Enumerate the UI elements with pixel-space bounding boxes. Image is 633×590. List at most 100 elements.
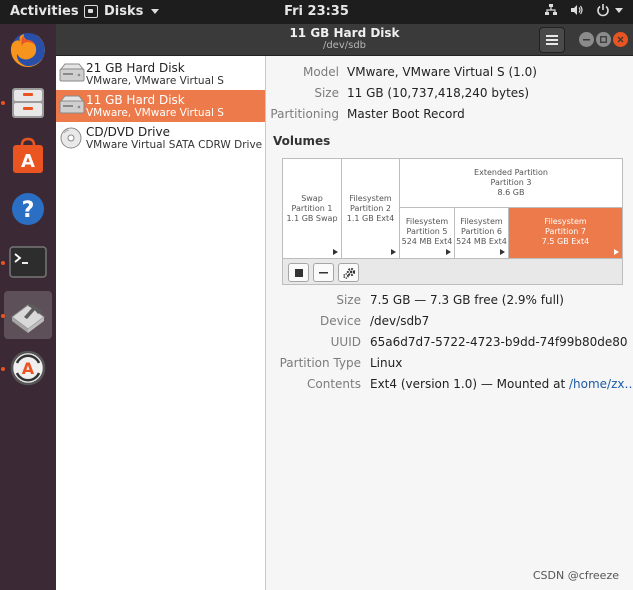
hard-disk-icon: [59, 95, 85, 114]
disks-icon: [11, 303, 45, 333]
volume-line: Partition 3: [490, 178, 532, 187]
network-icon: [545, 4, 557, 15]
volume-line: Filesystem: [405, 217, 449, 226]
close-icon: [617, 36, 624, 43]
top-bar: Activities Disks Fri 23:35: [0, 0, 633, 24]
play-icon: [614, 249, 619, 255]
minus-icon: [319, 272, 328, 274]
minimize-button[interactable]: [579, 32, 594, 47]
disk-list-item[interactable]: CD/DVD Drive VMware Virtual SATA CDRW Dr…: [56, 122, 265, 154]
contents-value: Ext4 (version 1.0) — Mounted at /home/zx…: [370, 377, 633, 391]
volume-line: 524 MB Ext4: [456, 237, 507, 246]
disk-name: 11 GB Hard Disk: [86, 93, 185, 107]
disk-list-item-selected[interactable]: 11 GB Hard Disk VMware, VMware Virtual S: [56, 90, 265, 122]
volume-extended-partition[interactable]: Extended Partition Partition 3 8.6 GB: [400, 159, 622, 208]
volume-filesystem-2[interactable]: Filesystem Partition 2 1.1 GB Ext4: [342, 159, 400, 258]
partition-size-label: Size: [336, 293, 361, 307]
volumes-heading: Volumes: [273, 134, 331, 148]
contents-text: Ext4 (version 1.0) — Mounted at: [370, 377, 569, 391]
stop-icon: [294, 268, 303, 277]
volume-toolbar: [282, 259, 623, 285]
volume-line: Filesystem: [349, 194, 392, 203]
system-menu[interactable]: [596, 3, 623, 17]
minimize-icon: [583, 39, 590, 41]
volume-line: Filesystem: [544, 217, 587, 226]
header-bar: 11 GB Hard Disk /dev/sdb: [56, 24, 633, 56]
disk-model: VMware Virtual SATA CDRW Drive: [86, 139, 263, 151]
volume-icon: [571, 5, 583, 15]
watermark: CSDN @cfreeze: [532, 569, 619, 582]
running-indicator: [1, 101, 5, 105]
maximize-icon: [600, 36, 607, 43]
close-button[interactable]: [613, 32, 628, 47]
size-value: 11 GB (10,737,418,240 bytes): [347, 86, 530, 100]
volume-filesystem-6[interactable]: Filesystem Partition 6 524 MB Ext4: [455, 208, 509, 258]
disk-name: 21 GB Hard Disk: [86, 61, 185, 75]
partition-type-value: Linux: [370, 356, 403, 370]
dock-terminal[interactable]: [4, 238, 52, 286]
disk-list-item[interactable]: 21 GB Hard Disk VMware, VMware Virtual S: [56, 58, 265, 90]
files-icon: [12, 88, 44, 118]
dock-updater[interactable]: A: [4, 344, 52, 392]
firefox-icon: [10, 33, 45, 67]
volume-line: Partition 6: [461, 227, 502, 236]
volume-line: Partition 5: [406, 227, 448, 236]
running-indicator: [1, 261, 5, 265]
disk-model: VMware, VMware Virtual S: [86, 107, 224, 119]
contents-label: Contents: [307, 377, 361, 391]
app-menu[interactable]: Disks: [84, 4, 160, 19]
volume-swap[interactable]: Swap Partition 1 1.1 GB Swap: [283, 159, 342, 258]
uuid-value: 65a6d7d7-5722-4723-b9dd-74f99b80de80: [370, 335, 628, 349]
play-icon: [391, 249, 396, 255]
hamburger-icon: [546, 35, 558, 45]
play-icon: [500, 249, 505, 255]
svg-text:?: ?: [22, 198, 35, 223]
activities-button[interactable]: Activities: [10, 4, 79, 19]
power-icon: [597, 4, 609, 17]
software-center-icon: A: [13, 137, 43, 173]
system-tray[interactable]: [544, 3, 623, 17]
device-value: /dev/sdb7: [370, 314, 430, 328]
disks-app-icon: [84, 5, 98, 18]
dock-files[interactable]: [4, 79, 52, 127]
volume-line: Extended Partition: [474, 168, 548, 177]
chevron-down-icon: [615, 7, 623, 13]
maximize-button[interactable]: [596, 32, 611, 47]
running-indicator: [1, 367, 5, 371]
disk-list: 21 GB Hard Disk VMware, VMware Virtual S…: [56, 56, 266, 590]
svg-text:A: A: [22, 359, 35, 378]
terminal-icon: [9, 246, 47, 278]
volume-filesystem-5[interactable]: Filesystem Partition 5 524 MB Ext4: [400, 208, 455, 258]
uuid-label: UUID: [330, 335, 361, 349]
volume-map: Swap Partition 1 1.1 GB Swap Filesystem …: [282, 158, 623, 259]
svg-text:A: A: [21, 151, 35, 172]
volume-line: 1.1 GB Swap: [286, 214, 338, 223]
play-icon: [333, 249, 338, 255]
device-label: Device: [319, 314, 361, 328]
volume-line: 1.1 GB Ext4: [346, 214, 395, 223]
chevron-down-icon: [151, 9, 160, 14]
partition-options-button[interactable]: [338, 263, 359, 282]
dock-software[interactable]: A: [4, 132, 52, 180]
optical-disc-icon: [60, 127, 82, 149]
disk-name: CD/DVD Drive: [86, 125, 170, 139]
partition-size-value: 7.5 GB — 7.3 GB free (2.9% full): [370, 293, 564, 307]
volume-line: 524 MB Ext4: [401, 237, 453, 246]
mount-point-link[interactable]: /home/zx…: [569, 377, 633, 391]
dock-firefox[interactable]: [4, 26, 52, 74]
gears-icon: [342, 267, 355, 279]
running-indicator: [1, 314, 5, 318]
dock: A ? A: [0, 24, 56, 590]
partitioning-value: Master Boot Record: [347, 107, 465, 121]
dock-help[interactable]: ?: [4, 185, 52, 233]
model-label: Model: [302, 65, 339, 79]
software-updater-icon: A: [10, 350, 46, 386]
dock-disks[interactable]: [4, 291, 52, 339]
delete-partition-button[interactable]: [313, 263, 334, 282]
volume-filesystem-7-selected[interactable]: Filesystem Partition 7 7.5 GB Ext4: [509, 208, 622, 258]
drive-menu-button[interactable]: [539, 27, 565, 53]
volume-line: 8.6 GB: [497, 188, 525, 197]
unmount-button[interactable]: [288, 263, 309, 282]
drive-details-panel: Model VMware, VMware Virtual S (1.0) Siz…: [266, 56, 633, 590]
play-icon: [446, 249, 451, 255]
